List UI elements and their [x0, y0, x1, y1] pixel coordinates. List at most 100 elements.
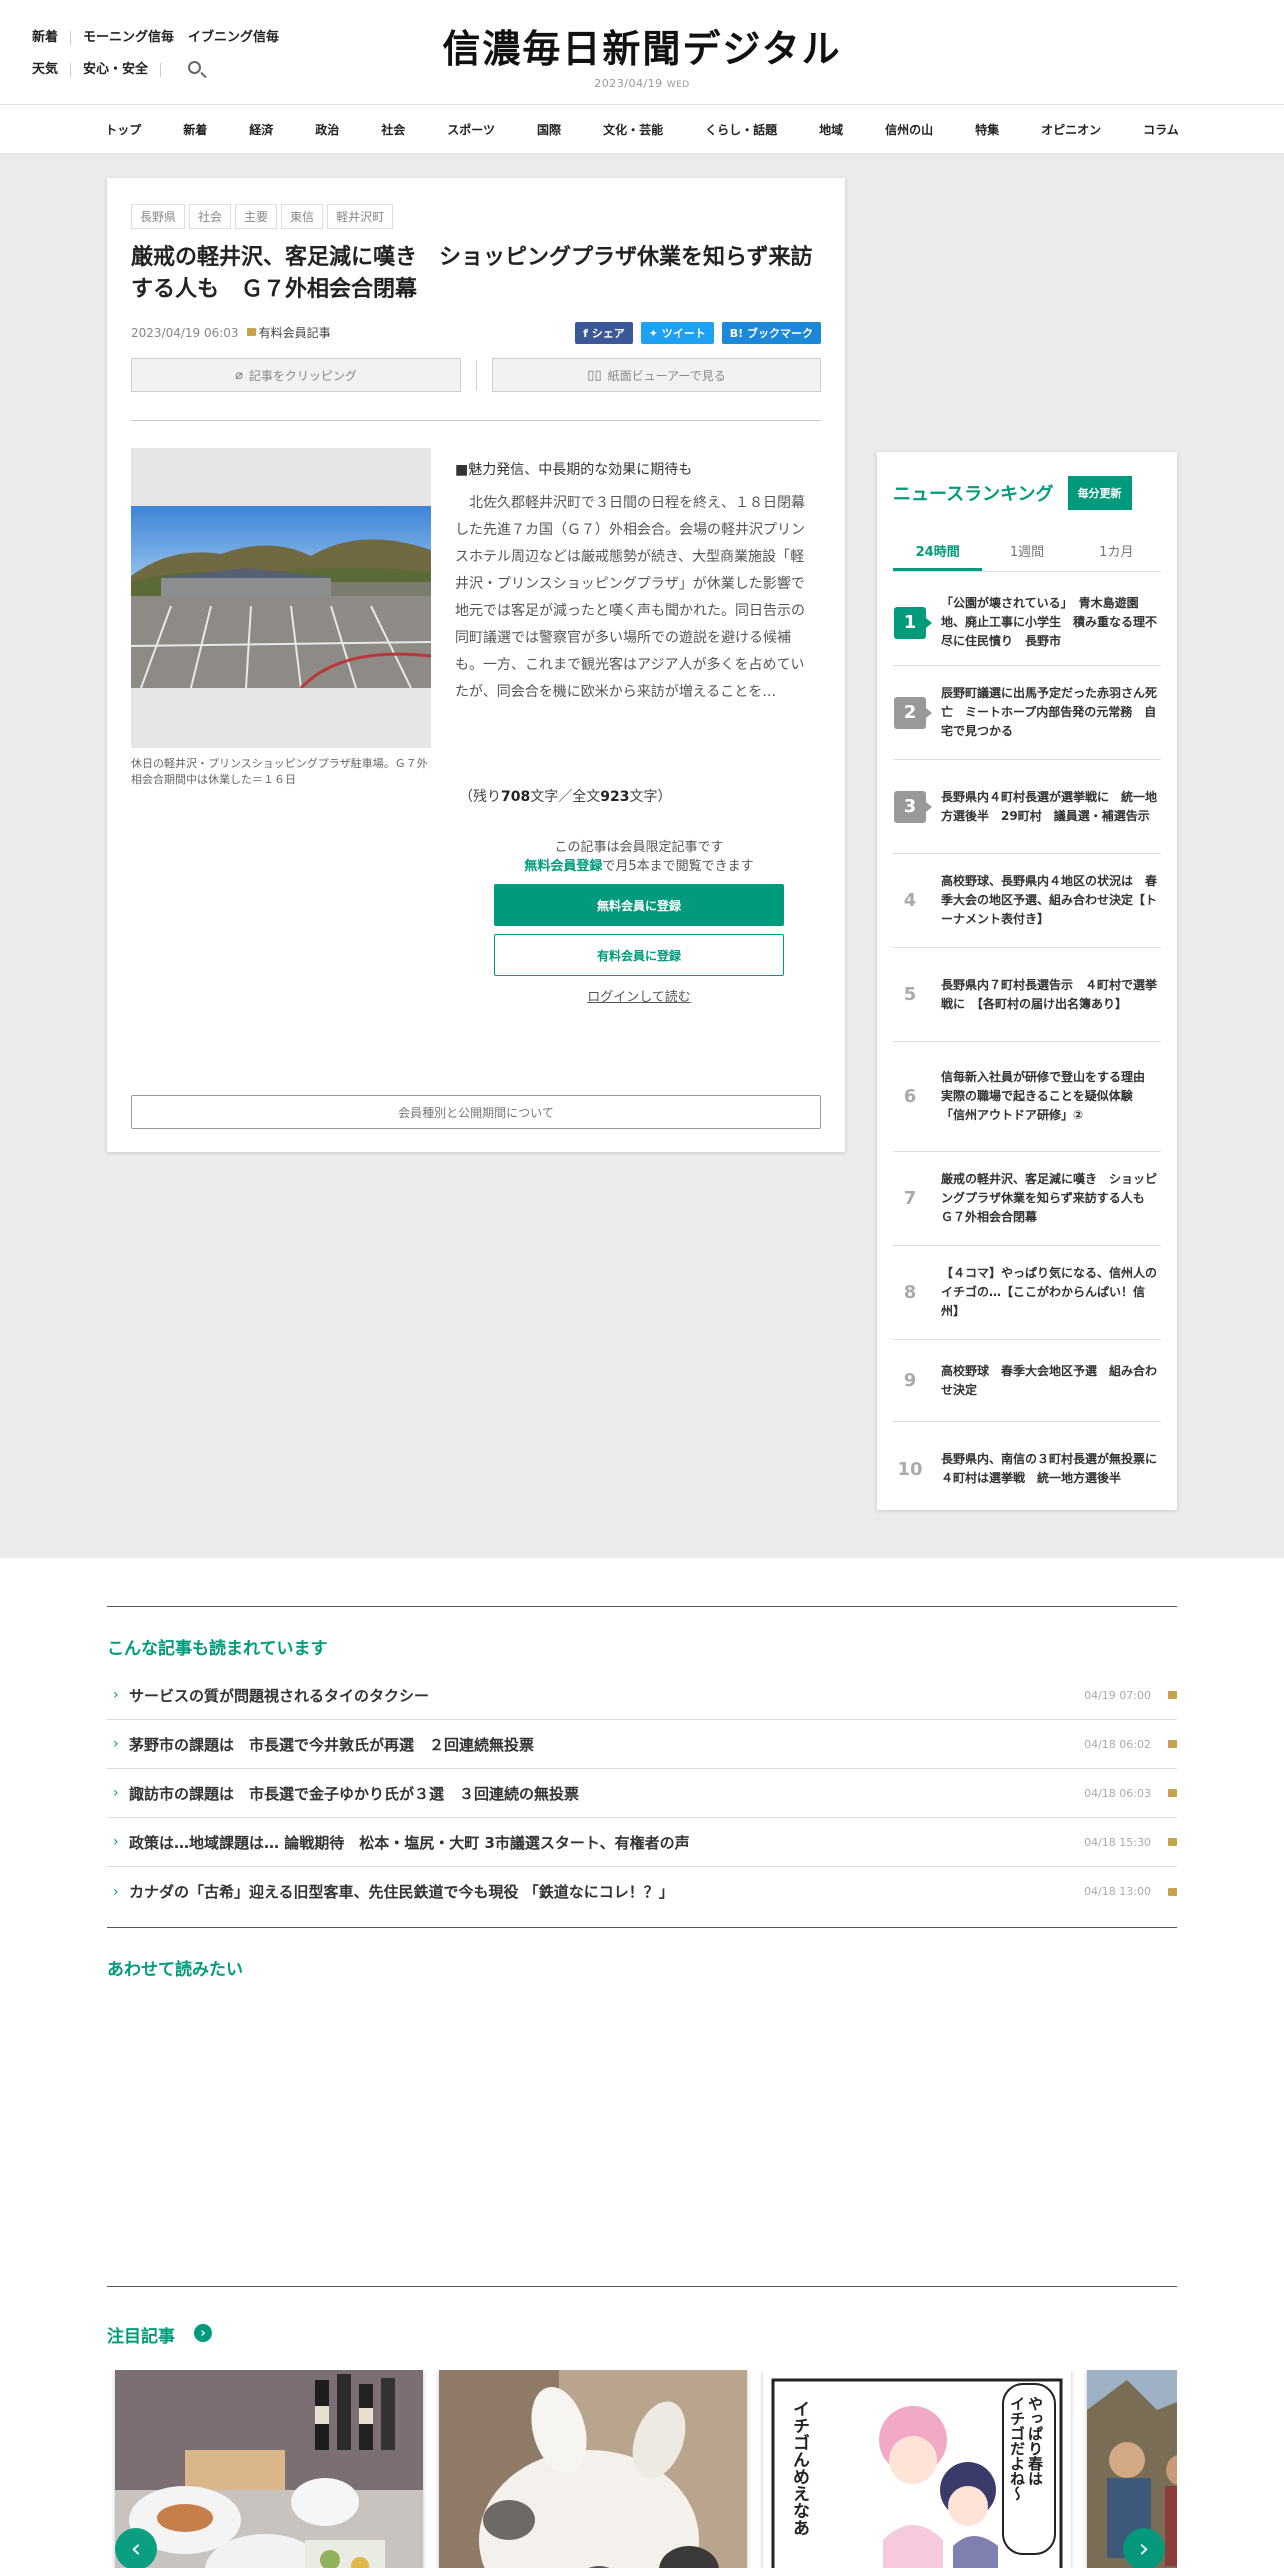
ranking-item[interactable]: 3 長野県内４町村長選が選挙戦に 統一地方選後半 29町村 議員選・補選告示	[893, 760, 1161, 854]
rank-number: 10	[897, 1458, 923, 1480]
nav-item-world[interactable]: 国際	[516, 121, 582, 138]
facebook-share-button[interactable]: f シェア	[575, 322, 633, 344]
hatena-share-label: ブックマーク	[747, 327, 813, 340]
ranking-title: ニュースランキング	[893, 484, 1054, 505]
article-title: 厳戒の軽井沢、客足減に嘆き ショッピングプラザ休業を知らず来訪する人も Ｇ７外相…	[131, 245, 813, 302]
chevron-right-icon: ›	[113, 1834, 119, 1850]
ranking-item-text: 厳戒の軽井沢、客足減に嘆き ショッピングプラザ休業を知らず来訪する人も Ｇ７外相…	[941, 1172, 1158, 1224]
book-icon: ▯▯	[587, 367, 602, 383]
ranking-item[interactable]: 7 厳戒の軽井沢、客足減に嘆き ショッピングプラザ休業を知らず来訪する人も Ｇ７…	[893, 1152, 1161, 1246]
ranking-item[interactable]: 8 【４コマ】やっぱり気になる、信州人のイチゴの…【ここがわからんぱい！信州】	[893, 1246, 1161, 1340]
nav-item-new[interactable]: 新着	[162, 121, 228, 138]
nav-item-politics[interactable]: 政治	[294, 121, 360, 138]
nav-item-economy[interactable]: 経済	[228, 121, 294, 138]
also-read-item[interactable]: › サービスの質が問題視されるタイのタクシー 04/19 07:00	[107, 1671, 1177, 1720]
viewer-label: 紙面ビューアーで見る	[607, 368, 726, 383]
nav-item-column[interactable]: コラム	[1122, 121, 1200, 138]
tag-karuizawa[interactable]: 軽井沢町	[327, 204, 394, 229]
article-photo[interactable]	[131, 448, 431, 748]
rank-badge: 1	[894, 606, 932, 639]
nav-item-life[interactable]: くらし・話題	[684, 121, 798, 138]
rank-badge: 3	[894, 790, 932, 823]
also-read-date: 04/18 06:03	[1084, 1786, 1151, 1800]
free-register-link[interactable]: 無料会員登録	[524, 859, 602, 874]
article-subheading: ■魅力発信、中長期的な効果に期待も	[455, 462, 693, 478]
membership-info-button[interactable]: 会員種別と公開期間について	[131, 1095, 821, 1129]
nav-item-culture[interactable]: 文化・芸能	[582, 121, 684, 138]
main-nav: トップ 新着 経済 政治 社会 スポーツ 国際 文化・芸能 くらし・話題 地域 …	[0, 104, 1284, 154]
ranking-item[interactable]: 9 高校野球 春季大会地区予選 組み合わせ決定	[893, 1340, 1161, 1422]
twitter-share-label: ツイート	[661, 327, 706, 340]
login-link[interactable]: ログインして読む	[494, 986, 784, 1005]
also-read-item[interactable]: › 政策は…地域課題は… 論戦期待 松本・塩尻・大町 3市議選スタート、有権者の…	[107, 1818, 1177, 1867]
also-read-item[interactable]: › 茅野市の課題は 市長選で今井敦氏が再選 ２回連続無投票 04/18 06:0…	[107, 1720, 1177, 1769]
lock-icon	[1168, 1838, 1177, 1846]
ranking-item-text: 長野県内、南信の３町村長選が無投票に ４町村は選挙戦 統一地方選後半	[941, 1452, 1170, 1485]
ranking-item[interactable]: 2 辰野町議選に出馬予定だった赤羽さん死亡 ミートホープ内部告発の元常務 自宅で…	[893, 666, 1161, 760]
chevron-right-icon: ›	[113, 1883, 119, 1900]
free-register-button[interactable]: 無料会員に登録	[494, 884, 784, 926]
also-read-date: 04/18 15:30	[1084, 1835, 1151, 1849]
tab-1month[interactable]: 1カ月	[1072, 538, 1161, 571]
lock-icon	[1168, 1789, 1177, 1797]
ranking-header: ニュースランキング 毎分更新	[893, 476, 1132, 510]
tag-toshin[interactable]: 東信	[281, 204, 324, 229]
nav-item-top[interactable]: トップ	[84, 121, 162, 138]
featured-carousel: やっぱり春は イチゴだよね〜 イチゴんめえなあ	[107, 2370, 1177, 2568]
ranking-item[interactable]: 4 高校野球、長野県内４地区の状況は 春季大会の地区予選、組み合わせ決定【トーナ…	[893, 854, 1161, 948]
lock-icon	[1168, 1691, 1177, 1699]
section-divider	[107, 1606, 1177, 1607]
member-line1: この記事は会員限定記事です	[554, 840, 724, 855]
member-line2: で月5本まで閲覧できます	[602, 859, 754, 874]
ranking-item-text: 高校野球 春季大会地区予選 組み合わせ決定	[941, 1363, 1158, 1397]
featured-card[interactable]	[115, 2370, 423, 2568]
chevron-right-icon: ›	[113, 1785, 119, 1801]
twitter-share-button[interactable]: ✦ ツイート	[640, 322, 714, 344]
nav-item-region[interactable]: 地域	[798, 121, 864, 138]
tag-society[interactable]: 社会	[189, 204, 232, 229]
also-read-item[interactable]: › カナダの「古希」迎える旧型客車、先住民鉄道で今も現役 「鉄道なにコレ！？」 …	[107, 1867, 1177, 1916]
featured-card[interactable]	[439, 2370, 747, 2568]
rank-number: 6	[903, 1086, 917, 1107]
also-read-date: 04/18 06:02	[1084, 1737, 1151, 1751]
clip-article-button[interactable]: ⌀ 記事をクリッピング	[131, 358, 461, 392]
also-read-item[interactable]: › 諏訪市の課題は 市長選で金子ゆかり氏が３選 ３回連続の無投票 04/18 0…	[107, 1769, 1177, 1818]
nav-item-sports[interactable]: スポーツ	[426, 121, 516, 138]
arrow-right-circle-icon[interactable]: ›	[194, 2324, 212, 2342]
remain-prefix: （残り	[459, 789, 501, 805]
paid-register-button[interactable]: 有料会員に登録	[494, 934, 784, 976]
nav-item-feature[interactable]: 特集	[954, 121, 1020, 138]
nav-item-opinion[interactable]: オピニオン	[1020, 121, 1122, 138]
rank-number: 5	[903, 984, 917, 1005]
ranking-item[interactable]: 5 長野県内７町村長選告示 ４町村で選挙戦に 【各町村の届け出名簿あり】	[893, 948, 1161, 1042]
ranking-item[interactable]: 10 長野県内、南信の３町村長選が無投票に ４町村は選挙戦 統一地方選後半	[893, 1422, 1170, 1516]
tag-main[interactable]: 主要	[235, 204, 278, 229]
nav-item-mountain[interactable]: 信州の山	[864, 121, 954, 138]
tab-24h[interactable]: 24時間	[893, 538, 983, 571]
ranking-item-text: 信毎新入社員が研修で登山をする理由 実際の職場で起きることを疑似体験 「信州アウ…	[941, 1070, 1158, 1122]
food-photo	[115, 2370, 423, 2568]
lock-icon	[246, 327, 256, 336]
site-logo[interactable]: 信濃毎日新聞デジタル 2023/04/19 WED	[0, 18, 1284, 90]
header-date: 2023/04/19 WED	[0, 77, 1284, 90]
ranking-item[interactable]: 6 信毎新入社員が研修で登山をする理由 実際の職場で起きることを疑似体験 「信州…	[893, 1042, 1161, 1152]
article-datetime: 2023/04/19 06:03	[131, 325, 239, 340]
carousel-next-button[interactable]: ›	[1123, 2528, 1165, 2568]
news-ranking: ニュースランキング 毎分更新 24時間 1週間 1カ月 1 「公園が壊されている…	[877, 452, 1177, 1510]
paper-viewer-button[interactable]: ▯▯ 紙面ビューアーで見る	[492, 358, 821, 392]
ranking-item[interactable]: 1 「公園が壊されている」 青木島遊園地、廃止工事に小学生 積み重なる理不尽に住…	[893, 580, 1161, 666]
nav-item-society[interactable]: 社会	[360, 121, 426, 138]
ranking-update-badge: 毎分更新	[1067, 476, 1132, 510]
chevron-right-icon: ›	[113, 1687, 119, 1703]
remain-suffix: 文字）	[629, 789, 672, 805]
share-buttons: f シェア ✦ ツイート B! ブックマーク	[567, 322, 821, 344]
featured-card[interactable]: やっぱり春は イチゴだよね〜 イチゴんめえなあ	[763, 2370, 1071, 2568]
manga-speech-3: イチゴんめえなあ	[789, 2400, 809, 2536]
hatena-bookmark-button[interactable]: B! ブックマーク	[721, 322, 821, 344]
carousel-prev-button[interactable]: ‹	[115, 2528, 157, 2568]
total-count: 923	[600, 789, 630, 805]
tag-prefecture[interactable]: 長野県	[131, 204, 186, 229]
tab-1week[interactable]: 1週間	[982, 538, 1071, 571]
ranking-item-text: 長野県内４町村長選が選挙戦に 統一地方選後半 29町村 議員選・補選告示	[941, 789, 1158, 823]
divider	[131, 420, 821, 421]
